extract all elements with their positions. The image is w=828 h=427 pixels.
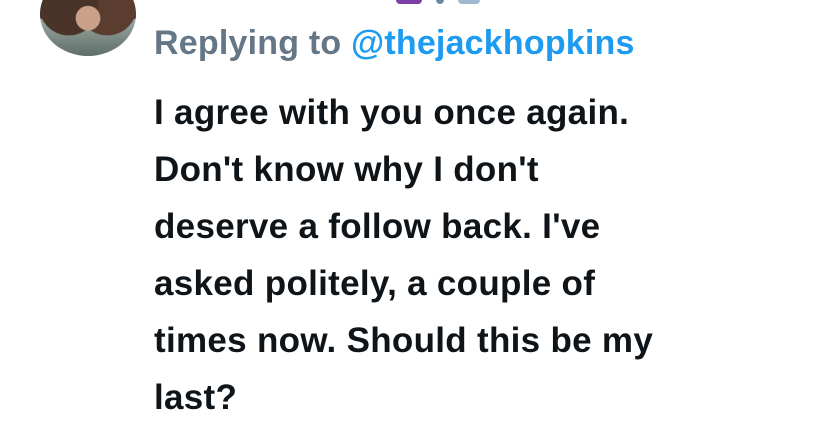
partial-icon [436,0,444,4]
partial-icon [396,0,422,4]
replying-to-label: Replying to [154,24,351,62]
mention-link[interactable]: @thejackhopkins [351,24,635,62]
tweet-text-line: deserve a follow back. I've [154,207,601,246]
tweet-text-line: Don't know why I don't [154,150,539,189]
avatar[interactable] [40,0,136,56]
partial-icons-row [396,0,480,4]
tweet-text-line: I agree with you once again. [154,93,630,132]
tweet-text: I agree with you once again. Don't know … [154,84,804,426]
tweet-text-line: last? [154,378,238,417]
replying-to-line: Replying to @thejackhopkins [154,24,635,63]
tweet-text-line: asked politely, a couple of [154,264,596,303]
partial-icon [458,0,480,4]
tweet-container: Replying to @thejackhopkins I agree with… [0,0,828,427]
tweet-text-line: times now. Should this be my [154,321,654,360]
